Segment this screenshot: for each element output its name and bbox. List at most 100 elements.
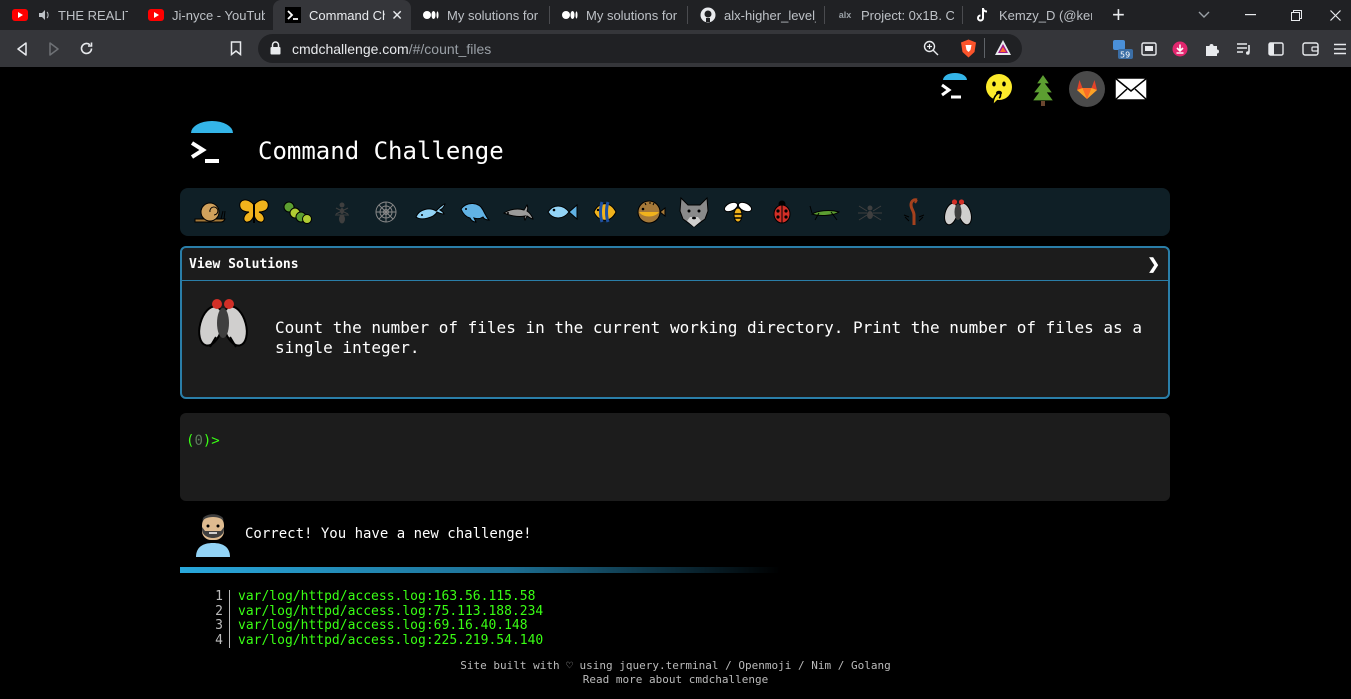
caterpillar-icon[interactable] bbox=[276, 190, 320, 234]
medium-icon bbox=[423, 7, 439, 23]
extension-badge-count: 59 bbox=[1120, 50, 1130, 59]
tab-command-challenge[interactable]: Command Cha ✕ bbox=[273, 0, 411, 30]
tab-my-solutions-1[interactable]: My solutions for th bbox=[411, 0, 549, 30]
dolphin-icon[interactable] bbox=[496, 190, 540, 234]
prompt-count: 0 bbox=[194, 433, 203, 449]
url-path: /#/count_files bbox=[408, 40, 492, 57]
brave-rewards-icon[interactable] bbox=[994, 39, 1012, 61]
avatar bbox=[193, 511, 233, 557]
playlist-icon[interactable] bbox=[1228, 30, 1260, 67]
extensions-puzzle-icon[interactable] bbox=[1196, 30, 1228, 67]
snail-icon[interactable] bbox=[188, 190, 232, 234]
tab-title: Project: 0x1B. C - S bbox=[861, 7, 954, 23]
line-text: var/log/httpd/access.log:69.16.40.148 bbox=[238, 618, 528, 633]
gitlab-icon[interactable] bbox=[1069, 71, 1105, 107]
tab-the-reality[interactable]: THE REALITY O bbox=[0, 0, 136, 30]
forward-icon[interactable] bbox=[38, 30, 70, 67]
url-host: cmdchallenge.com bbox=[292, 40, 409, 57]
youtube-icon bbox=[12, 7, 28, 23]
footer-credits[interactable]: Site built with ♡ using jquery.terminal … bbox=[0, 659, 1351, 673]
top-nav-icons bbox=[937, 71, 1149, 107]
address-bar[interactable]: cmdchallenge.com/#/count_files bbox=[258, 34, 1022, 63]
back-icon[interactable] bbox=[6, 30, 38, 67]
sidebar-icon[interactable] bbox=[1260, 30, 1292, 67]
fish-icon[interactable] bbox=[540, 190, 584, 234]
tiktok-icon bbox=[975, 7, 991, 23]
line-number: 3 bbox=[215, 618, 230, 634]
output-line: 3 var/log/httpd/access.log:69.16.40.148 bbox=[215, 618, 543, 634]
blowfish-icon[interactable] bbox=[628, 190, 672, 234]
brave-shields-icon[interactable] bbox=[960, 39, 977, 63]
picture-in-picture-icon[interactable] bbox=[1133, 30, 1165, 67]
tab-title: alx-higher_level_pr bbox=[724, 7, 816, 23]
tab-alx-higher-level[interactable]: alx-higher_level_pr bbox=[688, 0, 824, 30]
tab-project-0x1b[interactable]: alx Project: 0x1B. C - S bbox=[825, 0, 962, 30]
tropical-fish-icon[interactable] bbox=[584, 190, 628, 234]
cricket-icon[interactable] bbox=[804, 190, 848, 234]
chevron-right-icon[interactable]: ❯ bbox=[1147, 255, 1160, 273]
lock-icon[interactable] bbox=[270, 41, 281, 60]
tab-title: My solutions for th bbox=[586, 7, 679, 23]
line-number: 4 bbox=[215, 633, 230, 648]
tab-search-icon[interactable] bbox=[1181, 0, 1227, 30]
site-title[interactable]: Command Challenge bbox=[258, 137, 504, 165]
tab-title: THE REALITY O bbox=[58, 7, 128, 23]
tree-icon[interactable] bbox=[1025, 71, 1061, 107]
close-icon[interactable]: ✕ bbox=[391, 7, 403, 24]
terminal-prompt[interactable]: (0)> bbox=[186, 433, 220, 449]
tab-title: Kemzy_D (@kemzy bbox=[999, 7, 1092, 23]
line-number: 1 bbox=[215, 589, 230, 605]
zoom-icon[interactable] bbox=[923, 40, 939, 61]
envelope-icon[interactable] bbox=[1113, 71, 1149, 107]
terminal-input-area[interactable]: (0)> bbox=[180, 413, 1170, 501]
fly-icon bbox=[192, 292, 254, 354]
tab-ji-nyce[interactable]: Ji-nyce - YouTube bbox=[136, 0, 273, 30]
tab-title: My solutions for th bbox=[447, 7, 541, 23]
wallet-icon[interactable] bbox=[1294, 30, 1326, 67]
dolphin-icon[interactable] bbox=[452, 190, 496, 234]
prompt-close: )> bbox=[202, 433, 220, 449]
tab-kemzy-d[interactable]: Kemzy_D (@kemzy bbox=[963, 0, 1100, 30]
line-number: 2 bbox=[215, 604, 230, 619]
menu-icon[interactable] bbox=[1328, 30, 1351, 67]
minimize-icon[interactable] bbox=[1227, 0, 1273, 30]
butterfly-icon[interactable] bbox=[232, 190, 276, 234]
terminal-icon[interactable] bbox=[937, 71, 973, 107]
reload-icon[interactable] bbox=[70, 30, 102, 67]
view-solutions-label: View Solutions bbox=[189, 256, 299, 272]
line-text: var/log/httpd/access.log:225.219.54.140 bbox=[238, 632, 544, 648]
whale-icon[interactable] bbox=[408, 190, 452, 234]
new-tab-button[interactable]: + bbox=[1112, 2, 1125, 28]
view-solutions-toggle[interactable]: View Solutions bbox=[182, 248, 1168, 281]
youtube-icon bbox=[148, 7, 164, 23]
ant-icon[interactable] bbox=[320, 190, 364, 234]
tab-title: Ji-nyce - YouTube bbox=[172, 7, 265, 23]
bee-icon[interactable] bbox=[716, 190, 760, 234]
shushing-face-icon[interactable] bbox=[981, 71, 1017, 107]
wolf-icon[interactable] bbox=[672, 190, 716, 234]
feedback-message: Correct! You have a new challenge! bbox=[245, 526, 532, 542]
footer-about-link[interactable]: Read more about cmdchallenge bbox=[0, 673, 1351, 687]
alx-icon: alx bbox=[838, 10, 852, 20]
terminal-icon bbox=[285, 7, 301, 23]
ladybug-icon[interactable] bbox=[760, 190, 804, 234]
spider-icon[interactable] bbox=[848, 190, 892, 234]
tab-my-solutions-2[interactable]: My solutions for th bbox=[550, 0, 687, 30]
omnibox-divider bbox=[984, 38, 985, 58]
tab-title: Command Cha bbox=[309, 7, 385, 23]
speaker-icon[interactable] bbox=[36, 7, 52, 23]
spider-web-icon[interactable] bbox=[364, 190, 408, 234]
page-content: Command Challenge View Solutions ❯ Count… bbox=[0, 67, 1351, 699]
close-window-icon[interactable] bbox=[1319, 0, 1351, 30]
restore-icon[interactable] bbox=[1273, 0, 1319, 30]
challenge-progress-bar bbox=[180, 188, 1170, 236]
site-footer: Site built with ♡ using jquery.terminal … bbox=[0, 659, 1351, 687]
bookmark-icon[interactable] bbox=[220, 30, 252, 67]
site-logo[interactable] bbox=[188, 121, 238, 171]
line-text: var/log/httpd/access.log:75.113.188.234 bbox=[238, 603, 544, 619]
downloader-extension-icon[interactable] bbox=[1164, 30, 1196, 67]
browser-toolbar: cmdchallenge.com/#/count_files 59 bbox=[0, 30, 1351, 67]
fly-icon[interactable] bbox=[936, 190, 980, 234]
line-text: var/log/httpd/access.log:163.56.115.58 bbox=[238, 589, 536, 604]
scorpion-icon[interactable] bbox=[892, 190, 936, 234]
